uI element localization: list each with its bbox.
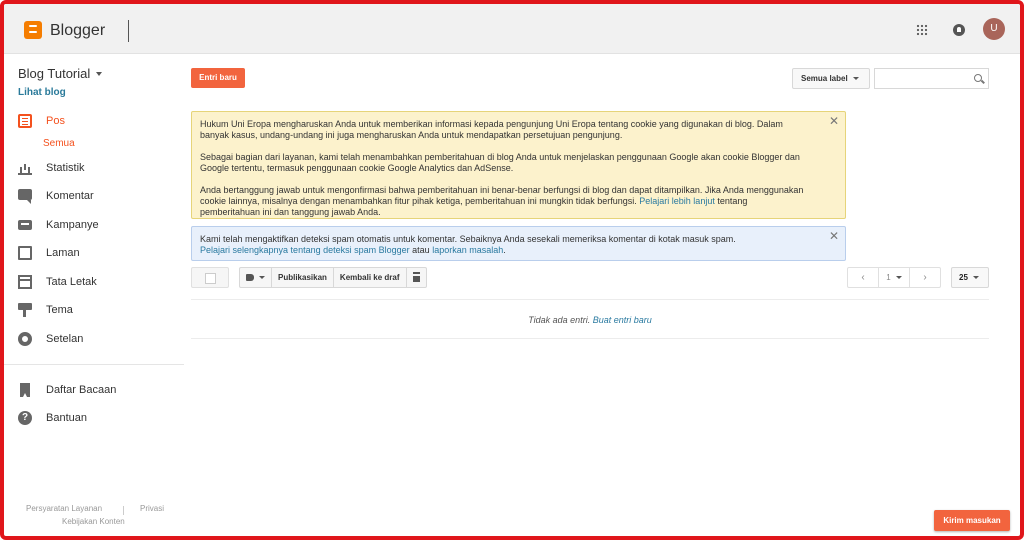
chevron-down-icon [895,276,902,280]
top-bar: Blogger U [4,4,1020,54]
sidebar-item-help[interactable]: ? Bantuan [18,409,178,429]
create-post-link[interactable]: Buat entri baru [593,315,652,325]
terms-link[interactable]: Persyaratan Layanan [26,504,102,513]
empty-state: Tidak ada entri. Buat entri baru [191,315,989,325]
page-selector[interactable]: 1 [878,268,910,287]
list-divider [191,338,989,339]
header-divider [128,20,129,42]
notice-paragraph: Anda bertanggung jawab untuk mengonfirma… [200,185,805,218]
sidebar-item-layout[interactable]: Tata Letak [18,273,178,293]
close-icon[interactable]: ✕ [829,230,839,242]
close-icon[interactable]: ✕ [829,115,839,127]
sidebar-item-comments[interactable]: Komentar [18,187,178,207]
sidebar-item-label: Tata Letak [46,276,97,288]
label-filter-dropdown[interactable]: Semua label [792,68,870,89]
sidebar-item-settings[interactable]: Setelan [18,330,178,350]
label-filter-value: Semua label [801,74,848,83]
label-button[interactable] [240,268,272,287]
sidebar-item-label: Tema [46,304,73,316]
sidebar-item-pages[interactable]: Laman [18,244,178,264]
sidebar-item-label: Komentar [46,190,94,202]
search-icon[interactable] [974,74,982,82]
report-problem-link[interactable]: laporkan masalah [432,245,503,255]
sidebar-item-theme[interactable]: Tema [18,301,178,321]
notice-tail: . [503,245,506,255]
campaign-icon [18,220,32,230]
cookie-notice: ✕ Hukum Uni Eropa mengharuskan Anda untu… [191,111,846,219]
apps-grid-icon[interactable] [916,24,928,36]
per-page-dropdown[interactable]: 25 [951,267,989,288]
notice-links: Pelajari selengkapnya tentang deteksi sp… [200,245,805,256]
learn-more-link[interactable]: Pelajari lebih lanjut [639,196,715,206]
stats-icon [18,161,32,175]
comment-icon [18,189,32,204]
view-blog-link[interactable]: Lihat blog [18,87,66,98]
notice-joiner: atau [412,245,430,255]
revert-to-draft-button[interactable]: Kembali ke draf [334,268,407,287]
notice-text: Kami telah mengaktifkan deteksi spam oto… [200,234,736,244]
search-input[interactable] [874,68,989,89]
send-feedback-button[interactable]: Kirim masukan [934,510,1010,531]
sidebar-subitem-all[interactable]: Semua [43,138,75,149]
blogger-logo-icon[interactable] [24,21,42,39]
new-post-button[interactable]: Entri baru [191,68,245,88]
spam-learn-more-link[interactable]: Pelajari selengkapnya tentang deteksi sp… [200,245,410,255]
per-page-value: 25 [959,273,968,282]
footer-divider [123,506,124,515]
pagination: ‹ 1 › [847,267,941,288]
pages-icon [18,246,32,260]
privacy-link[interactable]: Privasi [140,504,164,513]
chevron-left-icon[interactable]: ‹ [848,268,878,287]
avatar[interactable]: U [983,18,1005,40]
sidebar-item-reading-list[interactable]: Daftar Bacaan [18,381,178,401]
post-toolbar: Publikasikan Kembali ke draf [239,267,427,288]
sidebar-item-label: Laman [46,247,80,259]
delete-button[interactable] [407,268,426,287]
chevron-down-icon [259,276,265,280]
notice-paragraph: Sebagai bagian dari layanan, kami telah … [200,152,800,173]
sidebar-divider [4,364,184,365]
sidebar-item-label: Bantuan [46,412,87,424]
publish-button[interactable]: Publikasikan [272,268,334,287]
settings-icon [18,332,32,346]
sidebar-item-campaigns[interactable]: Kampanye [18,216,178,236]
sidebar-item-stats[interactable]: Statistik [18,159,178,179]
sidebar-item-label: Daftar Bacaan [46,384,117,396]
sidebar-item-label: Statistik [46,162,85,174]
notifications-icon[interactable] [953,24,965,36]
trash-icon [412,273,420,282]
tag-icon [246,274,254,282]
reading-list-icon [20,383,30,397]
sidebar-item-label: Setelan [46,333,84,345]
list-divider [191,299,989,300]
select-all-checkbox[interactable] [191,267,229,288]
help-icon: ? [18,411,32,425]
posts-icon [18,114,32,128]
layout-icon [18,275,32,289]
sidebar-item-posts[interactable]: Pos [18,112,178,132]
chevron-down-icon[interactable] [96,72,102,76]
sidebar: Blog Tutorial Lihat blog Pos Semua Stati… [4,54,184,536]
spam-notice: ✕ Kami telah mengaktifkan deteksi spam o… [191,226,846,261]
chevron-down-icon [972,276,979,280]
app-name[interactable]: Blogger [50,22,105,40]
content-policy-link[interactable]: Kebijakan Konten [62,517,125,526]
theme-icon [18,303,32,317]
sidebar-item-label: Pos [46,115,65,127]
sidebar-item-label: Kampanye [46,219,99,231]
chevron-right-icon[interactable]: › [910,268,940,287]
empty-text: Tidak ada entri. [528,315,591,325]
blog-selector[interactable]: Blog Tutorial [18,66,90,81]
page-number: 1 [886,273,891,282]
notice-paragraph: Hukum Uni Eropa mengharuskan Anda untuk … [200,119,783,140]
chevron-down-icon [852,77,859,81]
app-frame: Blogger U Blog Tutorial Lihat blog Pos S… [0,0,1024,540]
